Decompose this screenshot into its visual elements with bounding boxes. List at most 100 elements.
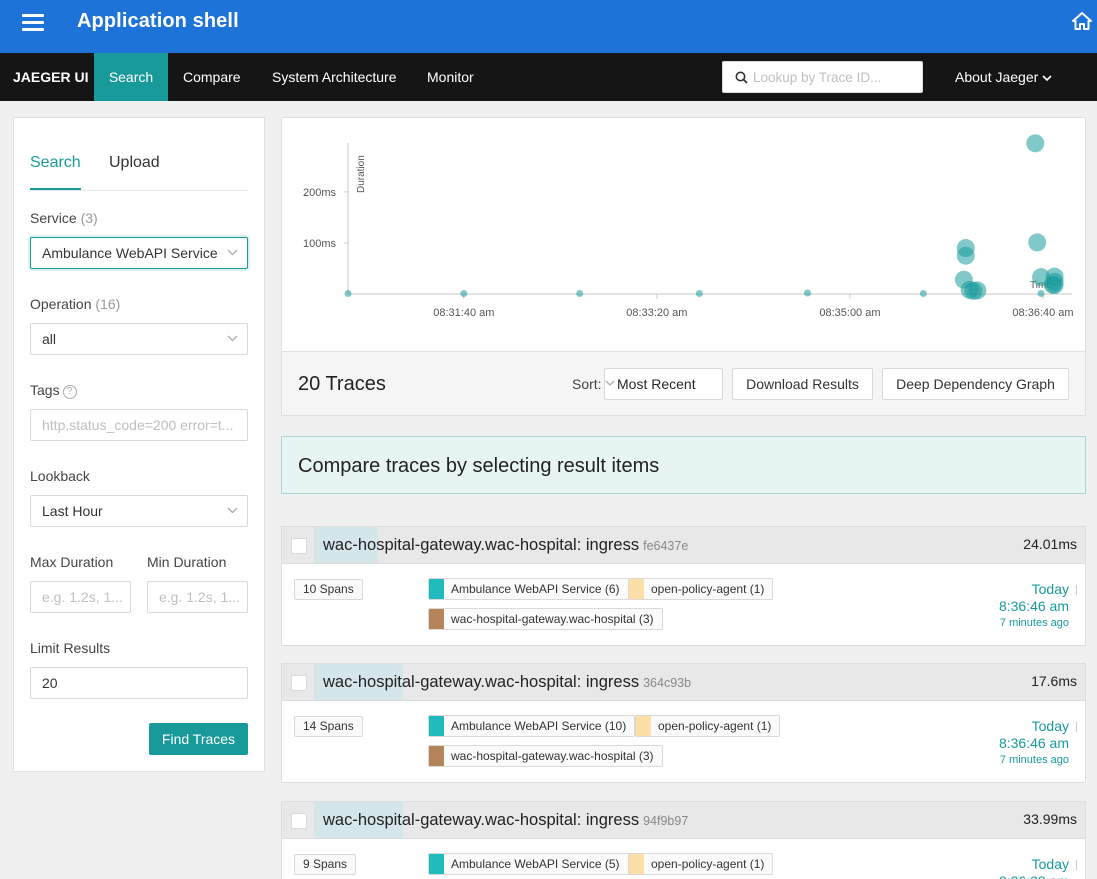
tab-search[interactable]: Search <box>30 154 81 190</box>
service-tag-label: open-policy-agent (1) <box>651 582 765 596</box>
trace-point[interactable] <box>460 289 468 297</box>
trace-duration: 33.99ms <box>1023 811 1077 827</box>
operation-label: Operation (16) <box>30 296 121 312</box>
find-traces-button[interactable]: Find Traces <box>149 723 248 755</box>
service-color-swatch <box>429 854 444 874</box>
service-tag-label: Ambulance WebAPI Service (5) <box>451 857 620 871</box>
trace-duration: 24.01ms <box>1023 536 1077 552</box>
trace-day: Today <box>1031 856 1069 872</box>
home-icon[interactable] <box>1071 10 1093 32</box>
nav-search[interactable]: Search <box>94 53 168 101</box>
trace-point[interactable] <box>576 289 584 297</box>
trace-result-item[interactable]: wac-hospital-gateway.wac-hospital: ingre… <box>281 663 1086 783</box>
search-tabs: Search Upload <box>30 154 248 191</box>
trace-id: 364c93b <box>643 676 692 690</box>
trace-id-lookup[interactable] <box>722 61 923 93</box>
nav-compare[interactable]: Compare <box>168 53 256 101</box>
trace-point[interactable] <box>919 289 927 297</box>
app-header: Application shell <box>0 0 1097 53</box>
min-duration-input[interactable]: e.g. 1.2s, 1... <box>147 581 248 613</box>
chevron-down-icon <box>227 507 238 514</box>
x-tick-label: 08:36:40 am <box>1012 307 1073 319</box>
tags-input[interactable]: http.status_code=200 error=t... <box>30 409 248 441</box>
trace-result-item[interactable]: wac-hospital-gateway.wac-hospital: ingre… <box>281 526 1086 646</box>
trace-point[interactable] <box>695 289 703 297</box>
jaeger-brand[interactable]: JAEGER UI <box>13 69 88 85</box>
trace-point[interactable] <box>968 281 987 300</box>
traces-count: 20 Traces <box>298 373 386 395</box>
trace-duration-scatter-plot[interactable]: 100ms 200ms 08:31:40 am 08:33:20 am 08:35:00… <box>282 118 1085 351</box>
about-jaeger-label: About Jaeger <box>955 69 1039 85</box>
service-color-swatch <box>636 716 651 736</box>
service-select[interactable]: Ambulance WebAPI Service <box>30 237 248 269</box>
trace-title[interactable]: wac-hospital-gateway.wac-hospital: ingre… <box>323 673 691 692</box>
trace-select-checkbox[interactable] <box>291 538 307 554</box>
lookback-select[interactable]: Last Hour <box>30 495 248 527</box>
y-axis-label: Duration <box>356 155 367 193</box>
search-icon <box>735 71 748 84</box>
x-tick-label: 08:33:20 am <box>626 307 687 319</box>
about-jaeger-menu[interactable]: About Jaeger <box>955 69 1052 85</box>
trace-point[interactable] <box>956 246 975 265</box>
nav-monitor[interactable]: Monitor <box>412 53 489 101</box>
trace-start-time: Today 8:36:46 am 7 minutes ago <box>999 581 1077 631</box>
trace-day: Today <box>1031 718 1069 734</box>
search-form-panel: Search Upload Service (3) Ambulance WebA… <box>13 117 265 772</box>
trace-point[interactable] <box>1045 267 1064 286</box>
help-icon[interactable]: ? <box>62 385 77 399</box>
trace-point[interactable] <box>803 289 811 297</box>
service-tag: Ambulance WebAPI Service (10) <box>428 715 636 737</box>
trace-time: 8:36:38 am <box>999 873 1069 879</box>
tab-upload[interactable]: Upload <box>109 154 160 190</box>
operation-select[interactable]: all <box>30 323 248 355</box>
y-tick-label: 100ms <box>303 238 337 250</box>
trace-select-checkbox[interactable] <box>291 813 307 829</box>
service-tag: wac-hospital-gateway.wac-hospital (3) <box>428 608 663 630</box>
trace-id-input[interactable] <box>753 62 918 92</box>
service-tag: Ambulance WebAPI Service (5) <box>428 853 629 875</box>
min-duration-label: Min Duration <box>147 554 227 570</box>
trace-title[interactable]: wac-hospital-gateway.wac-hospital: ingre… <box>323 811 688 830</box>
trace-point[interactable] <box>1028 233 1047 252</box>
trace-result-item[interactable]: wac-hospital-gateway.wac-hospital: ingre… <box>281 801 1086 879</box>
download-results-button[interactable]: Download Results <box>732 368 873 400</box>
trace-id: fe6437e <box>643 539 689 553</box>
service-tag: open-policy-agent (1) <box>635 715 781 737</box>
trace-title[interactable]: wac-hospital-gateway.wac-hospital: ingre… <box>323 536 688 555</box>
trace-point[interactable] <box>1026 134 1045 153</box>
trace-duration: 17.6ms <box>1031 673 1077 689</box>
trace-header[interactable]: wac-hospital-gateway.wac-hospital: ingre… <box>282 527 1085 564</box>
service-color-swatch <box>429 716 444 736</box>
trace-relative-time: 7 minutes ago <box>999 617 1069 629</box>
compare-banner-text: Compare traces by selecting result items <box>298 455 660 477</box>
trace-time: 8:36:46 am <box>998 735 1069 751</box>
y-tick-label: 200ms <box>303 187 337 199</box>
trace-start-time: Today 8:36:46 am 7 minutes ago <box>998 718 1077 768</box>
operation-value: all <box>42 331 57 347</box>
trace-select-checkbox[interactable] <box>291 675 307 691</box>
x-tick-label: 08:35:00 am <box>819 307 880 319</box>
trace-point[interactable] <box>1037 289 1045 297</box>
lookback-label: Lookback <box>30 468 90 484</box>
hamburger-menu-icon[interactable] <box>22 14 44 32</box>
time-separator <box>1076 722 1077 732</box>
spans-count-tag: 10 Spans <box>294 579 363 600</box>
trace-header[interactable]: wac-hospital-gateway.wac-hospital: ingre… <box>282 664 1085 701</box>
chevron-down-icon <box>227 249 238 256</box>
limit-results-input[interactable]: 20 <box>30 667 248 699</box>
deep-dependency-graph-button[interactable]: Deep Dependency Graph <box>882 368 1069 400</box>
trace-point[interactable] <box>344 289 352 297</box>
nav-system-architecture[interactable]: System Architecture <box>257 53 412 101</box>
service-tag: open-policy-agent (1) <box>628 853 774 875</box>
trace-id: 94f9b97 <box>643 814 689 828</box>
sort-value: Most Recent <box>617 376 696 392</box>
service-color-swatch <box>429 609 444 629</box>
spans-count-tag: 14 Spans <box>294 716 363 737</box>
service-tag-label: wac-hospital-gateway.wac-hospital (3) <box>451 749 654 763</box>
trace-header[interactable]: wac-hospital-gateway.wac-hospital: ingre… <box>282 802 1085 839</box>
max-duration-input[interactable]: e.g. 1.2s, 1... <box>30 581 131 613</box>
sort-select[interactable]: Most Recent <box>604 368 723 400</box>
trace-start-time: Today8:36:38 am7 minutes ago <box>999 856 1077 879</box>
sort-label: Sort: <box>572 376 602 392</box>
chevron-down-icon <box>605 380 615 386</box>
